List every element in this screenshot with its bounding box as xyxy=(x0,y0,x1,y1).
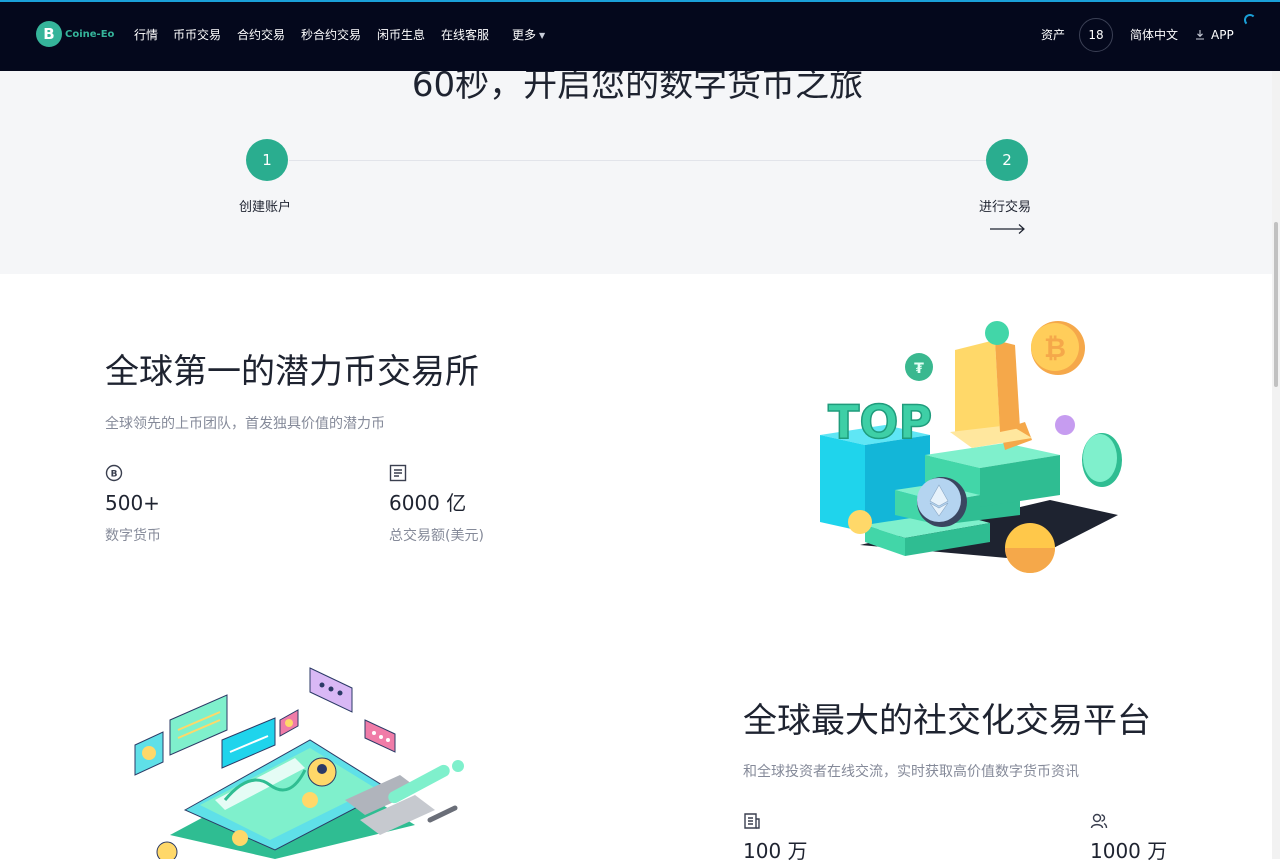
language-selector[interactable]: 简体中文 xyxy=(1130,27,1178,43)
top-text: TOP xyxy=(828,395,932,449)
assets-link[interactable]: 资产 xyxy=(1041,27,1065,43)
section2-subtitle: 和全球投资者在线交流，实时获取高价值数字货币资讯 xyxy=(743,764,1079,780)
logo-text: Coine-Eo xyxy=(65,28,115,40)
svg-text:₮: ₮ xyxy=(914,361,924,377)
top-navbar: B Coine-Eo 行情 币币交易 合约交易 秒合约交易 闲币生息 在线客服 … xyxy=(0,0,1280,71)
nav-item-market[interactable]: 行情 xyxy=(134,27,158,43)
step-connector-line xyxy=(289,160,987,161)
users-icon xyxy=(1090,813,1108,829)
nav-item-second-contract[interactable]: 秒合约交易 xyxy=(301,27,361,43)
step-1-label: 创建账户 xyxy=(239,200,292,215)
section1-subtitle: 全球领先的上币团队，首发独具价值的潜力币 xyxy=(105,416,385,432)
app-download-link[interactable]: APP xyxy=(1195,27,1234,43)
nav-item-spot-trading[interactable]: 币币交易 xyxy=(173,27,221,43)
nav-item-futures-trading[interactable]: 合约交易 xyxy=(237,27,285,43)
svg-text:B: B xyxy=(111,470,118,480)
caret-down-icon: ▼ xyxy=(539,30,546,40)
top-accent-line xyxy=(0,0,1280,2)
bitcoin-logo-icon: B xyxy=(36,21,62,47)
stat-news-value: 100 万 xyxy=(743,839,808,863)
scrollbar-track[interactable] xyxy=(1272,71,1280,859)
logo[interactable]: B Coine-Eo xyxy=(36,21,114,47)
stat-coins-value: 500+ xyxy=(105,491,160,515)
step-1-circle[interactable]: 1 xyxy=(246,139,288,181)
app-label: APP xyxy=(1211,28,1234,42)
news-icon xyxy=(744,813,760,829)
loading-spinner-icon xyxy=(1244,14,1256,26)
stat-users-value: 1000 万 xyxy=(1090,839,1168,863)
nav-item-earn[interactable]: 闲币生息 xyxy=(377,27,425,43)
section1-title: 全球第一的潜力币交易所 xyxy=(105,352,479,392)
nav-item-more[interactable]: 更多 ▼ xyxy=(512,27,545,44)
step-2-circle[interactable]: 2 xyxy=(986,139,1028,181)
scrollbar-thumb[interactable] xyxy=(1274,222,1278,387)
nav-item-support[interactable]: 在线客服 xyxy=(441,27,489,43)
top1-podium-illustration: TOP ₿ ₮ xyxy=(820,321,1122,573)
stat-volume-value: 6000 亿 xyxy=(389,491,467,515)
stat-volume-label: 总交易额(美元) xyxy=(389,528,484,544)
section2-title: 全球最大的社交化交易平台 xyxy=(743,701,1151,741)
download-icon xyxy=(1196,30,1204,40)
coin-icon: B xyxy=(105,464,123,482)
document-icon xyxy=(389,464,407,482)
nav-item-more-label: 更多 xyxy=(512,28,537,42)
user-avatar-badge[interactable]: 18 xyxy=(1079,18,1113,52)
svg-text:₿: ₿ xyxy=(1044,333,1066,364)
social-trading-illustration xyxy=(134,667,464,859)
arrow-right-icon[interactable] xyxy=(990,223,1026,235)
stat-coins-label: 数字货币 xyxy=(105,528,161,544)
step-2-label: 进行交易 xyxy=(979,200,1032,215)
